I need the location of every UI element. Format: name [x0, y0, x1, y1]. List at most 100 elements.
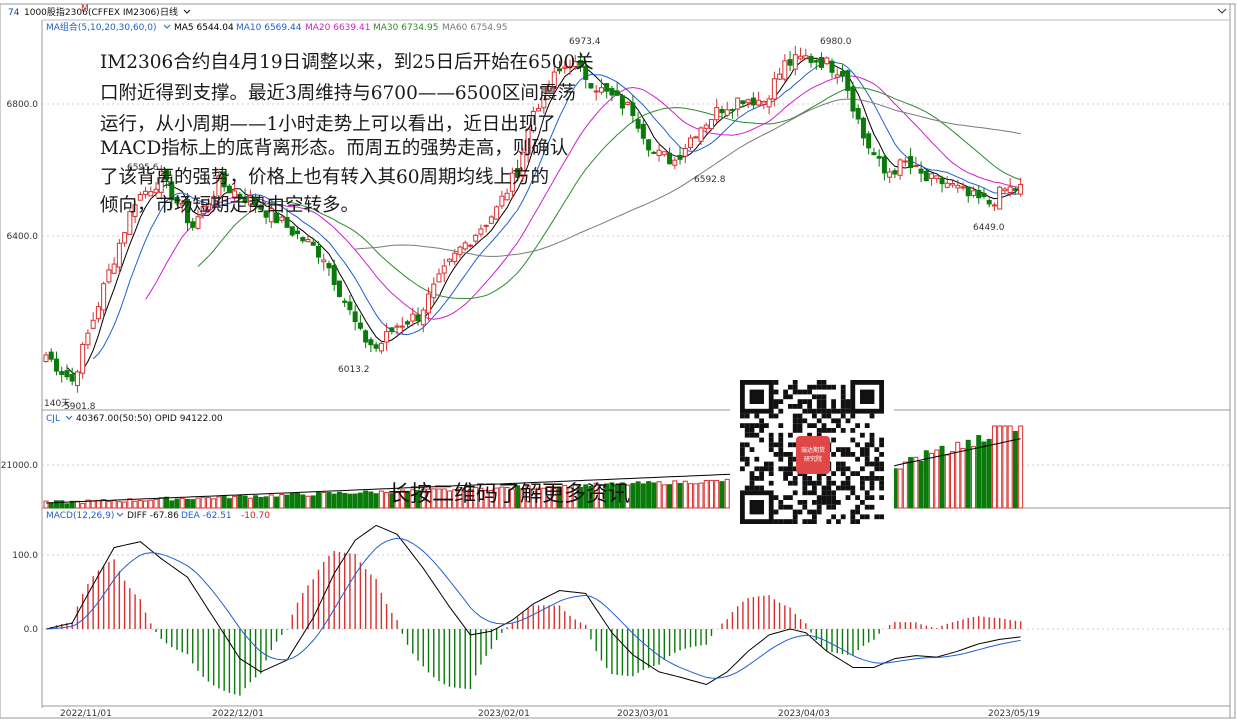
volume-bar: [688, 483, 694, 509]
volume-bar: [336, 491, 342, 509]
qr-finder: [740, 380, 774, 414]
macd-value: -10.70: [241, 511, 270, 521]
volume-bar: [153, 498, 159, 509]
volume-bar: [352, 493, 358, 509]
volume-bar: [268, 494, 274, 509]
volume-bar: [143, 500, 149, 509]
ma-legend: MA组合(5,10,20,30,60,0) MA5 6544.04 MA10 6…: [46, 21, 507, 33]
volume-bar: [158, 497, 164, 509]
volume-bar: [630, 483, 636, 509]
volume-bar: [651, 482, 657, 509]
annotation-line: MACD指标上的底背离形态。而周五的强势走高，则确认: [100, 138, 568, 159]
high-label: 6980.0: [820, 37, 852, 47]
volume-bar: [164, 496, 170, 509]
volume-bar: [703, 479, 709, 509]
volume-bar: [80, 503, 86, 509]
macd-label[interactable]: MACD(12,26,9): [46, 511, 114, 521]
volume-bar: [1002, 425, 1008, 509]
volume-bar: [897, 468, 903, 509]
candle: [824, 56, 830, 65]
qr-finder: [850, 380, 884, 414]
annotation-line: 了该背离的强势，价格上也有转入其60周期均线上方的: [100, 167, 549, 188]
volume-bar: [284, 494, 290, 509]
qr-finder: [740, 490, 774, 524]
volume-bar: [672, 480, 678, 509]
low-label: 6592.8: [694, 175, 726, 185]
candle: [336, 280, 342, 298]
macd-diff: DIFF -67.86: [127, 511, 179, 521]
volume-bar: [1012, 430, 1018, 509]
volume-bar: [368, 491, 374, 509]
volume-bar: [279, 493, 285, 509]
volume-bar: [305, 495, 311, 509]
volume-bar: [378, 490, 384, 509]
candle: [488, 215, 494, 224]
volume-bar: [677, 482, 683, 509]
volume-bar: [43, 500, 49, 509]
ma10-value: MA10 6569.44: [236, 23, 302, 33]
volume-bar: [667, 484, 673, 509]
ma-combo-label[interactable]: MA组合(5,10,20,30,60,0): [46, 21, 157, 33]
volume-bar: [342, 492, 348, 509]
volume-bar: [321, 492, 327, 509]
volume-bar: [934, 449, 940, 509]
volume-bar: [137, 500, 143, 509]
volume-bar: [190, 499, 196, 509]
volume-bar: [148, 499, 154, 509]
volume-bar: [902, 461, 908, 509]
qr-logo-text: 瑞达期货: [801, 446, 825, 454]
instrument-name: 1000股指2306: [24, 6, 88, 18]
macd-dea: DEA -62.51: [181, 511, 232, 521]
kline-chart: 74 1000股指2306 M (CFFEX IM2306) 日线 MA组合(5…: [0, 0, 1237, 722]
volume-bar: [646, 481, 652, 509]
price-tick: 6800.0: [7, 100, 39, 110]
volume-bar: [310, 495, 316, 509]
date-label: 2023/04/03: [778, 709, 830, 719]
volume-bar: [205, 497, 211, 509]
volume-bar: [274, 496, 280, 509]
qr-code[interactable]: 瑞达期货 研究院: [730, 372, 894, 542]
volume-bar: [682, 480, 688, 509]
volume-bar: [53, 500, 59, 509]
volume-bar: [216, 496, 222, 509]
ma60-value: MA60 6754.95: [442, 23, 507, 33]
volume-bar: [211, 498, 217, 509]
volume-bar: [986, 438, 992, 509]
volume-bar: [997, 425, 1003, 509]
volume-bar: [918, 460, 924, 509]
period-selector[interactable]: 日线: [160, 6, 178, 18]
annotation-line: 运行，从小周期——1小时走势上可以看出，近日出现了: [100, 114, 556, 135]
candle: [997, 185, 1003, 210]
volume-bar: [111, 500, 117, 509]
volume-bar: [661, 484, 667, 509]
volume-bar: [719, 481, 725, 509]
volume-bar: [184, 498, 190, 509]
volume-bar: [295, 492, 301, 509]
volume-bar: [373, 493, 379, 509]
volume-bar: [127, 498, 133, 509]
annotation-line: 口附近得到支撑。最近3周维持与6700——6500区间震荡: [100, 83, 576, 104]
ma30-value: MA30 6734.95: [373, 23, 438, 33]
exchange-code: (CFFEX IM2306): [88, 8, 160, 18]
volume-bar: [116, 501, 122, 509]
volume-bar: [363, 490, 369, 509]
volume-bar: [331, 493, 337, 509]
volume-bar: [714, 479, 720, 509]
volume-bar: [929, 452, 935, 509]
annotation-line: IM2306合约自4月19日调整以来，到25日后开始在6500关: [100, 52, 594, 73]
volume-bar: [708, 479, 714, 509]
volume-bar: [315, 491, 321, 509]
volume-bar: [263, 496, 269, 509]
volume-label[interactable]: CJL: [46, 414, 60, 424]
volume-bar: [960, 447, 966, 509]
volume-bar: [232, 495, 238, 509]
volume-bar: [300, 494, 306, 509]
volume-bar: [357, 492, 363, 509]
volume-bar: [635, 481, 641, 509]
volume-bar: [226, 498, 232, 509]
low-label: 6013.2: [338, 365, 370, 375]
volume-bar: [169, 500, 175, 509]
volume-bar: [253, 495, 259, 509]
date-label: 2023/02/01: [478, 709, 530, 719]
date-label: 2023/03/01: [617, 709, 669, 719]
